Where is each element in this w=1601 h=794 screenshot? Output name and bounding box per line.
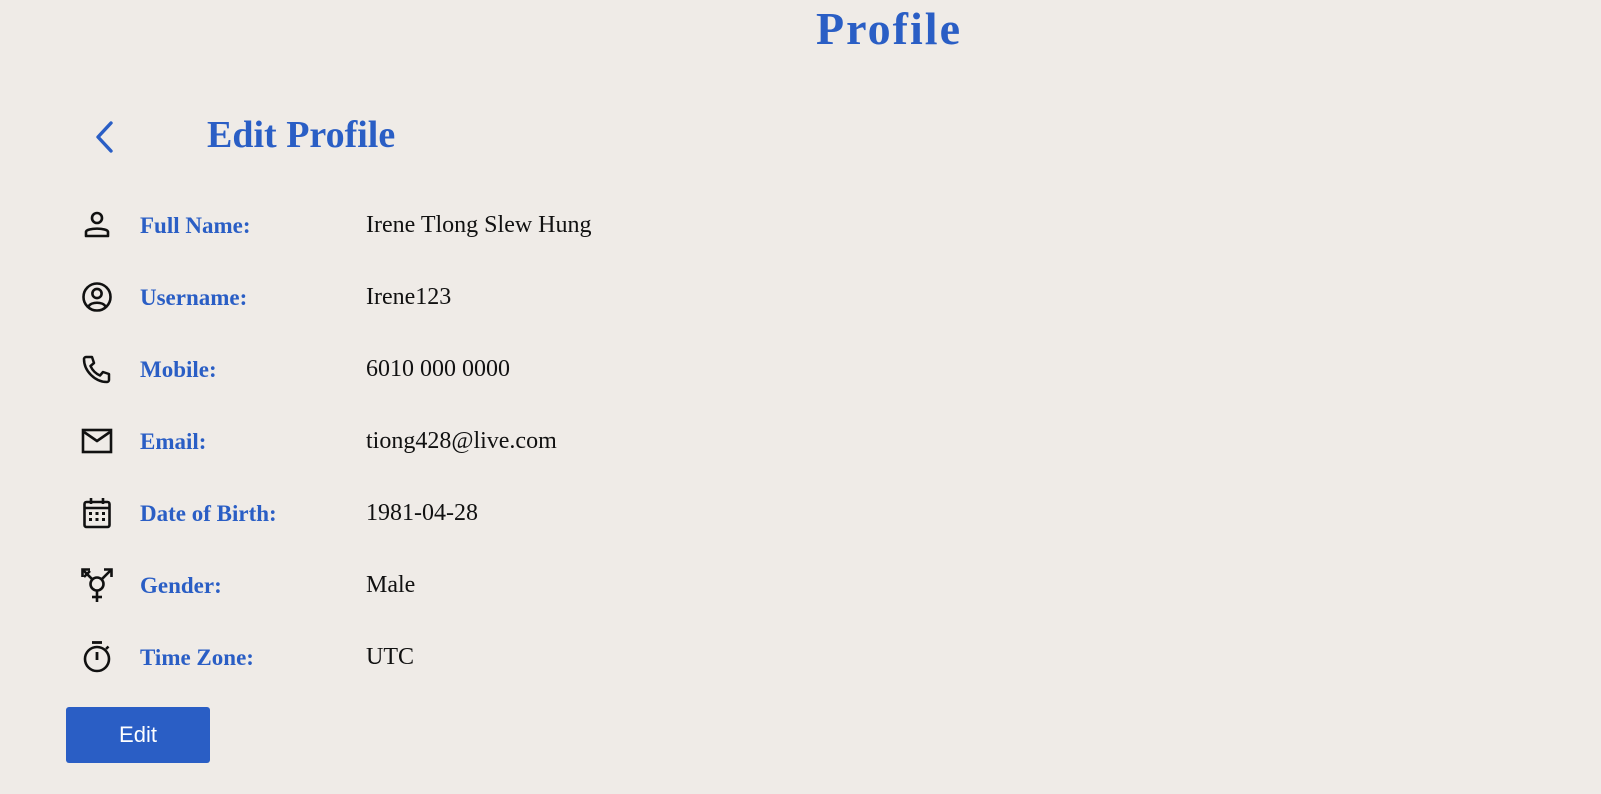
gender-value: Male: [366, 572, 416, 598]
date-of-birth-value: 1981-04-28: [366, 500, 478, 526]
page-title: Profile: [816, 3, 962, 54]
email-label: Email:: [140, 429, 207, 454]
field-row-date-of-birth: Date of Birth: 1981-04-28: [80, 492, 780, 532]
mail-icon: [80, 424, 114, 458]
full-name-value: Irene Tlong Slew Hung: [366, 212, 592, 238]
field-row-full-name: Full Name: Irene Tlong Slew Hung: [80, 204, 780, 244]
field-row-gender: Gender: Male: [80, 564, 780, 604]
gender-label: Gender:: [140, 573, 222, 598]
field-row-time-zone: Time Zone: UTC: [80, 636, 780, 676]
username-label: Username:: [140, 285, 248, 310]
edit-button[interactable]: Edit: [66, 707, 210, 763]
date-of-birth-label: Date of Birth:: [140, 501, 277, 526]
phone-icon: [80, 352, 114, 386]
field-row-email: Email: tiong428@live.com: [80, 420, 780, 460]
mobile-label: Mobile:: [140, 357, 217, 382]
transgender-icon: [80, 568, 114, 602]
section-title: Edit Profile: [207, 114, 396, 156]
email-value: tiong428@live.com: [366, 428, 557, 454]
full-name-label: Full Name:: [140, 213, 251, 238]
account-circle-icon: [80, 280, 114, 314]
calendar-icon: [80, 496, 114, 530]
field-row-mobile: Mobile: 6010 000 0000: [80, 348, 780, 388]
time-zone-label: Time Zone:: [140, 645, 254, 670]
field-row-username: Username: Irene123: [80, 276, 780, 316]
time-zone-value: UTC: [366, 644, 414, 670]
chevron-left-icon: [96, 121, 113, 153]
timer-icon: [80, 640, 114, 674]
back-button[interactable]: [88, 118, 122, 156]
mobile-value: 6010 000 0000: [366, 356, 510, 382]
person-icon: [80, 208, 114, 242]
username-value: Irene123: [366, 284, 452, 310]
